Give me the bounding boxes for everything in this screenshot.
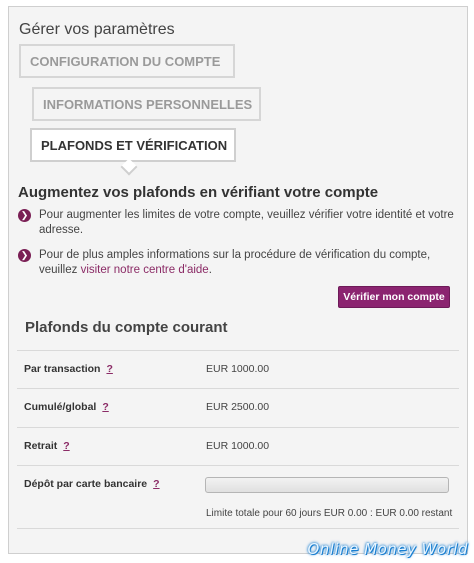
help-icon[interactable]: ? bbox=[102, 401, 108, 413]
step-personal-information[interactable]: INFORMATIONS PERSONNELLES bbox=[32, 87, 261, 121]
limit-label: Retrait? bbox=[24, 440, 70, 452]
step-label: INFORMATIONS PERSONNELLES bbox=[43, 96, 253, 112]
verify-account-button[interactable]: Vérifier mon compte bbox=[338, 286, 450, 308]
settings-panel: Gérer vos paramètres CONFIGURATION DU CO… bbox=[8, 6, 468, 554]
help-icon[interactable]: ? bbox=[63, 440, 69, 452]
info-bullet: ❯ Pour augmenter les limites de votre co… bbox=[18, 208, 458, 238]
limits-title: Plafonds du compte courant bbox=[25, 319, 228, 336]
card-deposit-progress-bar bbox=[205, 477, 449, 493]
limit-label-text: Dépôt par carte bancaire bbox=[24, 478, 148, 490]
limit-label-text: Retrait bbox=[24, 440, 58, 452]
help-center-link[interactable]: visiter notre centre d'aide bbox=[81, 264, 209, 276]
limit-value: EUR 2500.00 bbox=[206, 401, 270, 413]
limit-label: Cumulé/global? bbox=[24, 401, 109, 413]
watermark-logo: Online Money World bbox=[307, 540, 468, 558]
limit-row: Par transaction? EUR 1000.00 bbox=[17, 350, 459, 388]
card-limit-note: Limite totale pour 60 jours EUR 0.00 : E… bbox=[206, 508, 453, 519]
chevron-right-icon: ❯ bbox=[18, 209, 31, 222]
step-limits-verification[interactable]: PLAFONDS ET VÉRIFICATION bbox=[30, 128, 236, 162]
bullet-text-suffix: . bbox=[208, 264, 212, 276]
step-account-configuration[interactable]: CONFIGURATION DU COMPTE bbox=[19, 44, 235, 78]
page-title: Gérer vos paramètres bbox=[19, 21, 175, 38]
bullet-text: Pour de plus amples informations sur la … bbox=[39, 248, 458, 278]
chevron-right-icon: ❯ bbox=[18, 249, 31, 262]
help-icon[interactable]: ? bbox=[106, 363, 112, 375]
limit-row: Cumulé/global? EUR 2500.00 bbox=[17, 388, 459, 427]
limit-value: EUR 1000.00 bbox=[206, 440, 270, 452]
limit-label: Dépôt par carte bancaire? bbox=[24, 478, 160, 490]
limit-row: Dépôt par carte bancaire? Limite totale … bbox=[17, 465, 459, 529]
step-label: CONFIGURATION DU COMPTE bbox=[30, 53, 221, 69]
limit-row: Retrait? EUR 1000.00 bbox=[17, 427, 459, 465]
limit-label: Par transaction? bbox=[24, 363, 113, 375]
limit-value: EUR 1000.00 bbox=[206, 363, 270, 375]
help-icon[interactable]: ? bbox=[153, 478, 159, 490]
info-bullet: ❯ Pour de plus amples informations sur l… bbox=[18, 248, 458, 278]
limit-label-text: Cumulé/global bbox=[24, 401, 97, 413]
bullet-text: Pour augmenter les limites de votre comp… bbox=[39, 209, 454, 236]
verification-heading: Augmentez vos plafonds en vérifiant votr… bbox=[18, 184, 379, 201]
limit-label-text: Par transaction bbox=[24, 363, 101, 375]
step-label: PLAFONDS ET VÉRIFICATION bbox=[41, 137, 228, 153]
